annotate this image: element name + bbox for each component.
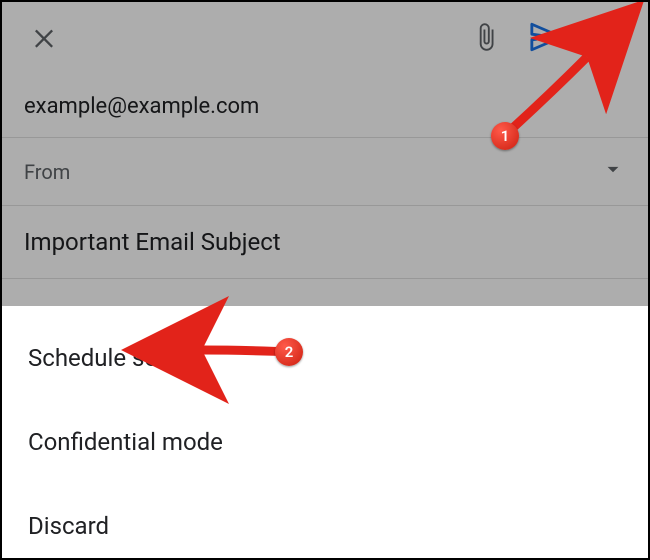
menu-item-label: Discard: [28, 512, 109, 540]
menu-item-label: Schedule send: [28, 344, 184, 372]
menu-item-discard[interactable]: Discard: [2, 484, 648, 560]
annotation-badge-2: 2: [275, 338, 303, 366]
menu-item-label: Confidential mode: [28, 428, 223, 456]
badge-number: 1: [501, 127, 510, 145]
app-frame: example@example.com From Important Email…: [0, 0, 650, 560]
overflow-menu: Schedule send Confidential mode Discard: [2, 306, 648, 558]
badge-number: 2: [285, 343, 294, 361]
annotation-badge-1: 1: [491, 122, 519, 150]
menu-item-schedule-send[interactable]: Schedule send: [2, 316, 648, 400]
menu-item-confidential-mode[interactable]: Confidential mode: [2, 400, 648, 484]
